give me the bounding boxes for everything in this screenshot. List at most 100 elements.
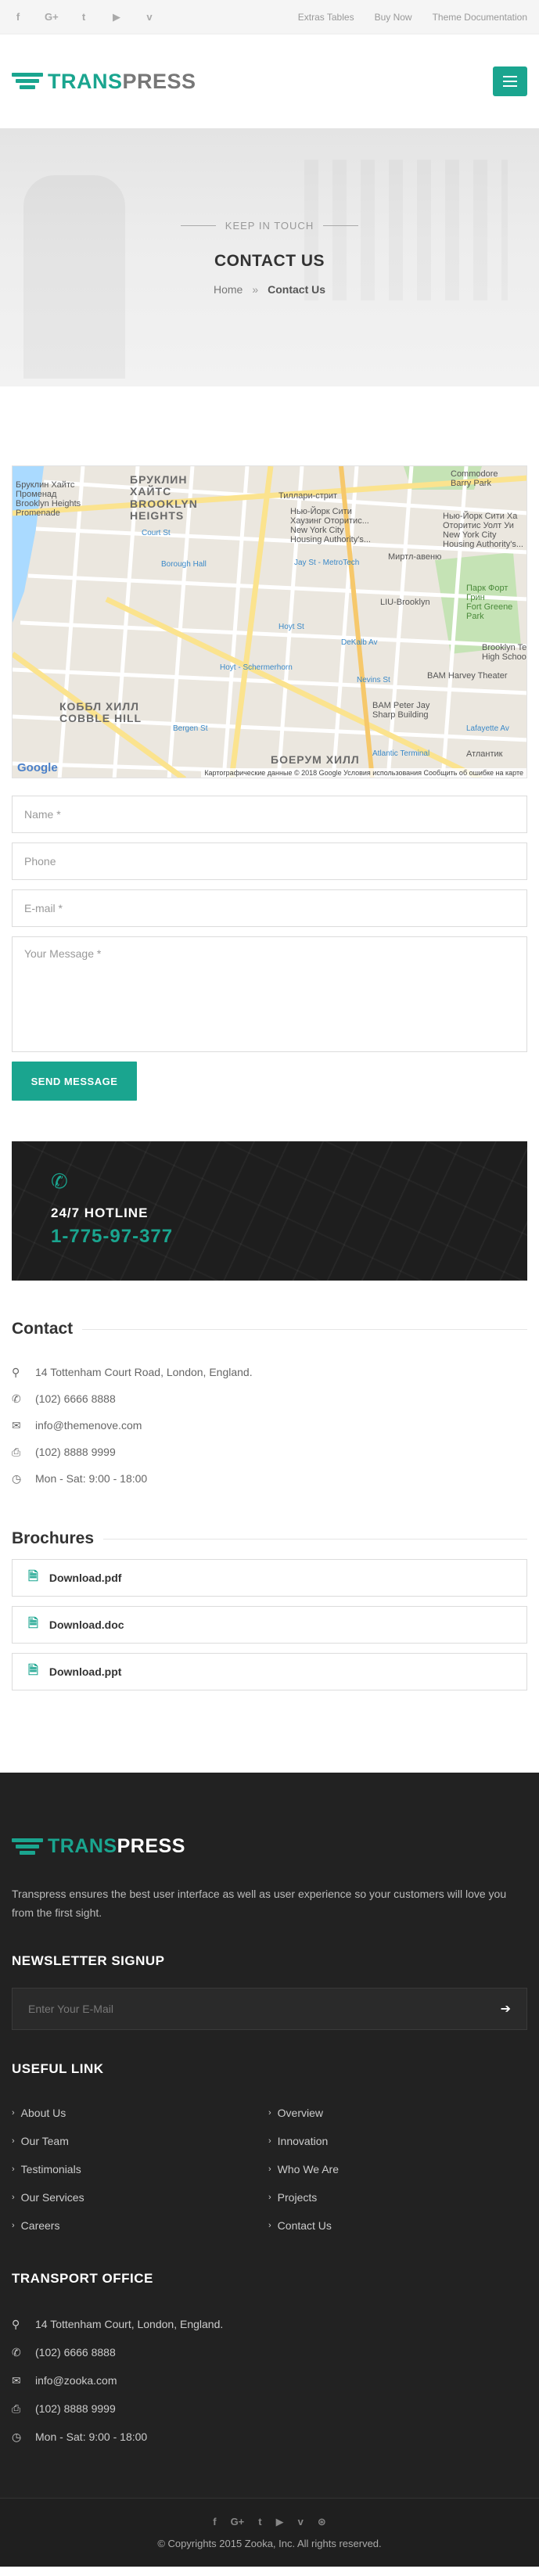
footer-link-contact-us[interactable]: › Contact Us	[268, 2211, 525, 2240]
download-ppt-link[interactable]: 🗎 Download.ppt	[12, 1653, 527, 1690]
map-label-cobble-hill: КОББЛ ХИЛЛ COBBLE HILL	[59, 700, 142, 725]
map-label-nycha-2: Нью-Йорк Сити Ха Оторитис Уолт Уи New York…	[443, 512, 523, 550]
file-ppt-icon: 🗎	[28, 1663, 38, 1677]
map-label-hoyt-schermerhorn: Hoyt - Schermerhorn	[220, 663, 293, 672]
chevron-right-icon: ›	[268, 2108, 271, 2118]
map-label-bergen: Bergen St	[173, 724, 208, 733]
file-pdf-icon: 🗎	[28, 1569, 38, 1583]
map-label-nycha: Нью-Йорк Сити Хаузинг Оторитис... New York…	[290, 507, 371, 545]
map-label-bam: BAM Harvey Theater	[427, 671, 508, 681]
top-links: Extras Tables Buy Now Theme Documentatio…	[298, 12, 527, 23]
vimeo-icon[interactable]: v	[143, 11, 156, 23]
map-label-atlantic-terminal: Atlantic Terminal	[372, 749, 430, 758]
contact-section: Contact ⚲ 14 Tottenham Court Road, London…	[0, 1320, 539, 1492]
google-logo[interactable]: Google	[17, 761, 58, 774]
footer-link-innovation[interactable]: › Innovation	[268, 2127, 525, 2155]
facebook-icon[interactable]: f	[213, 2516, 216, 2528]
site-header: TRANSPRESS	[0, 34, 539, 128]
brochures-section: Brochures 🗎 Download.pdf 🗎 Download.doc 🗎 D…	[0, 1529, 539, 1690]
contact-address: ⚲ 14 Tottenham Court Road, London, Englan…	[12, 1365, 253, 1379]
twitter-icon[interactable]: t	[77, 11, 90, 23]
google-plus-icon[interactable]: G+	[45, 11, 59, 23]
vimeo-icon[interactable]: v	[298, 2516, 304, 2528]
hotline-title: 24/7 HOTLINE	[51, 1205, 149, 1220]
map-label-liu: LIU-Brooklyn	[380, 598, 430, 607]
breadcrumb-current: Contact Us	[268, 282, 326, 296]
phone-icon: ✆	[51, 1169, 68, 1193]
office-hours: ◷ Mon - Sat: 9:00 - 18:00	[12, 2430, 148, 2444]
twitter-icon[interactable]: t	[258, 2516, 261, 2528]
footer-link-our-services[interactable]: › Our Services	[12, 2183, 268, 2211]
email-field[interactable]: E-mail *	[12, 889, 527, 927]
map-label-borough-hall: Borough Hall	[161, 560, 207, 569]
map-label-bam-peter: BAM Peter Jay Sharp Building	[372, 701, 430, 720]
contact-phone: ✆ (102) 6666 8888	[12, 1392, 116, 1406]
send-message-button[interactable]: SEND MESSAGE	[12, 1062, 137, 1101]
footer-link-testimonials[interactable]: › Testimonials	[12, 2155, 268, 2183]
footer-link-about-us[interactable]: › About Us	[12, 2099, 268, 2127]
site-logo[interactable]: TRANSPRESS	[12, 70, 196, 94]
breadcrumb-home-link[interactable]: Home	[214, 283, 243, 296]
newsletter-email-input[interactable]: Enter Your E-Mail ➔	[12, 1988, 527, 2030]
office-info-list: ⚲ 14 Tottenham Court, London, England. ✆(…	[12, 2310, 527, 2451]
footer-logo[interactable]: TRANSPRESS	[12, 1835, 527, 1858]
footer-link-our-team[interactable]: › Our Team	[12, 2127, 268, 2155]
kicker-text: KEEP IN TOUCH	[225, 219, 314, 232]
contact-info-list: ⚲ 14 Tottenham Court Road, London, Englan…	[12, 1359, 527, 1492]
dribbble-icon[interactable]: ⊛	[318, 2516, 326, 2528]
footer-social-links: f G+ t ▶ v ⊛	[0, 2516, 539, 2528]
map-label-jay-st: Jay St - MetroTech	[294, 559, 360, 567]
breadcrumb-separator: »	[252, 282, 259, 296]
map-attribution[interactable]: Картографические данные © 2018 Google Ус…	[201, 768, 526, 778]
chevron-right-icon: ›	[12, 2193, 15, 2202]
contact-fax: ⎙ (102) 8888 9999	[12, 1445, 116, 1459]
footer-link-careers[interactable]: › Careers	[12, 2211, 268, 2240]
phone-field[interactable]: Phone	[12, 842, 527, 880]
banner-kicker: KEEP IN TOUCH	[180, 219, 359, 232]
google-map[interactable]: БРУКЛИН ХАЙТС BROOKLYN HEIGHTS КОББЛ ХИЛЛ CO…	[12, 465, 527, 778]
page-title: CONTACT US	[214, 251, 325, 270]
theme-documentation-link[interactable]: Theme Documentation	[433, 12, 527, 23]
phone-icon: ✆	[12, 2345, 21, 2359]
logo-text: TRANSPRESS	[48, 69, 196, 93]
kicker-line-left	[180, 225, 216, 226]
facebook-icon[interactable]: f	[12, 11, 24, 23]
extras-tables-link[interactable]: Extras Tables	[298, 12, 354, 23]
office-address: ⚲ 14 Tottenham Court, London, England.	[12, 2317, 224, 2331]
map-label-commodore: Commodore Barry Park	[451, 469, 498, 489]
contact-form: Name * Phone E-mail * Your Message * SEN…	[0, 796, 539, 1101]
fax-icon: ⎙	[12, 2402, 21, 2415]
youtube-icon[interactable]: ▶	[110, 11, 123, 23]
youtube-icon[interactable]: ▶	[276, 2516, 284, 2528]
footer-description: Transpress ensures the best user interfa…	[12, 1888, 507, 1919]
clock-icon: ◷	[12, 1471, 22, 1485]
arrow-right-icon[interactable]: ➔	[501, 2001, 511, 2017]
office-fax: ⎙ (102) 8888 9999	[12, 2402, 116, 2416]
message-field[interactable]: Your Message *	[12, 936, 527, 1052]
name-field[interactable]: Name *	[12, 796, 527, 833]
map-label-nevins: Nevins St	[357, 676, 390, 684]
page-title-banner: KEEP IN TOUCH CONTACT US Home » Contact …	[0, 128, 539, 386]
hotline-banner: ✆ 24/7 HOTLINE 1-775-97-377	[12, 1141, 527, 1281]
map-label-boerum-hill: БОЕРУМ ХИЛЛ	[271, 753, 360, 766]
map-label-dekalb: DeKalb Av	[341, 638, 378, 647]
contact-heading: Contact	[12, 1320, 527, 1338]
logo-mark-icon	[12, 1838, 43, 1856]
map-label-promenade: Бруклин Хайтс Променад Brooklyn Heights Pro…	[16, 480, 81, 519]
download-doc-link[interactable]: 🗎 Download.doc	[12, 1606, 527, 1644]
kicker-line-right	[323, 225, 359, 226]
hamburger-menu-button[interactable]	[493, 66, 527, 96]
chevron-right-icon: ›	[268, 2193, 271, 2202]
phone-icon: ✆	[12, 1392, 21, 1405]
map-label-atlantic: Атлантик	[466, 749, 503, 759]
download-pdf-link[interactable]: 🗎 Download.pdf	[12, 1559, 527, 1597]
footer-link-projects[interactable]: › Projects	[268, 2183, 525, 2211]
footer-link-overview[interactable]: › Overview	[268, 2099, 525, 2127]
chevron-right-icon: ›	[12, 2136, 15, 2146]
buy-now-link[interactable]: Buy Now	[375, 12, 412, 23]
office-email[interactable]: ✉ info@zooka.com	[12, 2366, 527, 2395]
transport-office-section: TRANSPORT OFFICE ⚲ 14 Tottenham Court, Lo…	[12, 2271, 527, 2451]
footer-link-who-we-are[interactable]: › Who We Are	[268, 2155, 525, 2183]
chevron-right-icon: ›	[268, 2136, 271, 2146]
google-plus-icon[interactable]: G+	[231, 2516, 245, 2528]
